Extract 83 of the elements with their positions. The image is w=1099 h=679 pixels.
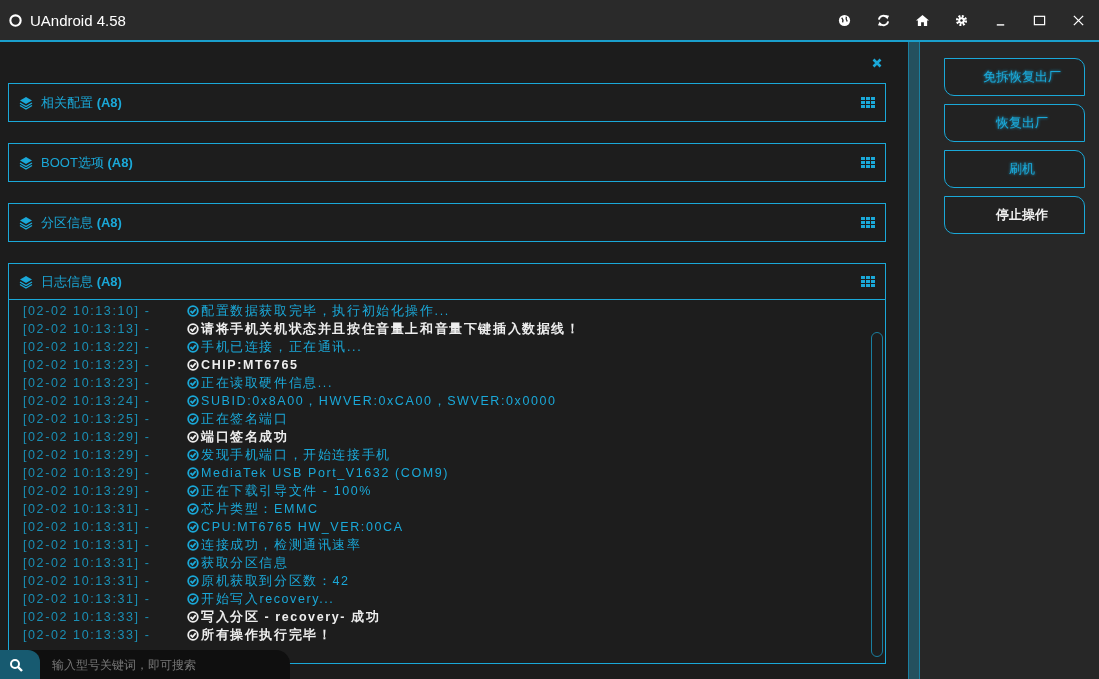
settings-icon[interactable] bbox=[955, 13, 968, 27]
search-field[interactable]: 输入型号关键词，即可搜索 bbox=[0, 650, 290, 679]
log-message: 获取分区信息 bbox=[201, 554, 289, 572]
check-circle-icon bbox=[187, 341, 199, 353]
section-title[interactable]: 相关配置 (A8) bbox=[41, 93, 853, 112]
action-button[interactable]: 刷机 bbox=[944, 150, 1085, 188]
log-timestamp: [02-02 10:13:29] - bbox=[23, 466, 152, 480]
log-message: 发现手机端口，开始连接手机 bbox=[201, 446, 391, 464]
grid-icon[interactable] bbox=[861, 217, 875, 228]
log-timestamp: [02-02 10:13:31] - bbox=[23, 592, 152, 606]
log-timestamp: [02-02 10:13:31] - bbox=[23, 502, 152, 516]
log-message: 请将手机关机状态并且按住音量上和音量下键插入数据线！ bbox=[201, 320, 581, 338]
check-circle-icon bbox=[187, 503, 199, 515]
close-icon[interactable] bbox=[872, 57, 882, 68]
grid-icon[interactable] bbox=[861, 157, 875, 168]
action-button[interactable]: 免拆恢复出厂 bbox=[944, 58, 1085, 96]
log-message: 开始写入recovery... bbox=[201, 590, 335, 608]
log-timestamp: [02-02 10:13:29] - bbox=[23, 430, 152, 444]
log-timestamp: [02-02 10:13:31] - bbox=[23, 520, 152, 534]
grid-icon[interactable] bbox=[861, 97, 875, 108]
check-circle-icon bbox=[187, 485, 199, 497]
search-icon bbox=[9, 657, 23, 672]
window-title: UAndroid 4.58 bbox=[30, 11, 126, 29]
log-message: 手机已连接，正在通讯... bbox=[201, 338, 363, 356]
log-timestamp: [02-02 10:13:33] - bbox=[23, 610, 152, 624]
section-title[interactable]: 日志信息 (A8) bbox=[41, 272, 853, 291]
home-icon[interactable] bbox=[916, 13, 929, 27]
log-timestamp: [02-02 10:13:23] - bbox=[23, 358, 152, 372]
log-timestamp: [02-02 10:13:29] - bbox=[23, 448, 152, 462]
search-field[interactable]: 输入型号关键词，即可搜索 bbox=[50, 656, 274, 673]
log-message: 正在下载引导文件 - 100% bbox=[201, 482, 373, 500]
check-circle-icon bbox=[187, 395, 199, 407]
layers-icon bbox=[19, 155, 33, 170]
log-message: SUBID:0x8A00，HWVER:0xCA00，SWVER:0x0000 bbox=[201, 392, 557, 410]
action-button[interactable]: 恢复出厂 bbox=[944, 104, 1085, 142]
log-message: 配置数据获取完毕，执行初始化操作... bbox=[201, 302, 450, 320]
log-message: MediaTek USB Port_V1632 (COM9) bbox=[201, 466, 450, 480]
layers-icon bbox=[19, 274, 33, 289]
log-message: 原机获取到分区数：42 bbox=[201, 572, 350, 590]
log-message: 写入分区 - recovery- 成功 bbox=[201, 608, 381, 626]
logo-ring-icon bbox=[8, 12, 23, 28]
log-timestamp: [02-02 10:13:22] - bbox=[23, 340, 152, 354]
check-circle-icon bbox=[187, 359, 199, 371]
log-timestamp: [02-02 10:13:10] - bbox=[23, 304, 152, 318]
check-circle-icon bbox=[187, 449, 199, 461]
check-circle-icon bbox=[187, 575, 199, 587]
action-button[interactable]: 停止操作 bbox=[944, 196, 1085, 234]
log-timestamp: [02-02 10:13:31] - bbox=[23, 574, 152, 588]
check-circle-icon bbox=[187, 611, 199, 623]
layers-icon bbox=[19, 215, 33, 230]
layers-icon bbox=[19, 95, 33, 110]
check-circle-icon bbox=[187, 377, 199, 389]
log-timestamp: [02-02 10:13:29] - bbox=[23, 484, 152, 498]
check-circle-icon bbox=[187, 323, 199, 335]
section-title[interactable]: 分区信息 (A8) bbox=[41, 213, 853, 232]
maximize-icon[interactable] bbox=[1033, 13, 1046, 27]
log-timestamp: [02-02 10:13:23] - bbox=[23, 376, 152, 390]
check-circle-icon bbox=[187, 629, 199, 641]
check-circle-icon bbox=[187, 521, 199, 533]
log-timestamp: [02-02 10:13:33] - bbox=[23, 628, 152, 642]
log-timestamp: [02-02 10:13:31] - bbox=[23, 556, 152, 570]
check-circle-icon bbox=[187, 413, 199, 425]
log-timestamp: [02-02 10:13:13] - bbox=[23, 322, 152, 336]
check-circle-icon bbox=[187, 539, 199, 551]
check-circle-icon bbox=[187, 557, 199, 569]
log-timestamp: [02-02 10:13:25] - bbox=[23, 412, 152, 426]
log-message: 连接成功，检测通讯速率 bbox=[201, 536, 362, 554]
check-circle-icon bbox=[187, 467, 199, 479]
section-title[interactable]: BOOT选项 (A8) bbox=[41, 153, 853, 172]
check-circle-icon bbox=[187, 431, 199, 443]
log-timestamp: [02-02 10:13:24] - bbox=[23, 394, 152, 408]
check-circle-icon bbox=[187, 593, 199, 605]
log-message: 正在签名端口 bbox=[201, 410, 289, 428]
log-message: CPU:MT6765 HW_VER:00CA bbox=[201, 520, 404, 534]
check-circle-icon bbox=[187, 305, 199, 317]
log-message: 所有操作执行完毕！ bbox=[201, 626, 333, 644]
log-message: CHIP:MT6765 bbox=[201, 358, 299, 372]
refresh-icon[interactable] bbox=[877, 13, 890, 27]
log-message: 芯片类型：EMMC bbox=[201, 500, 319, 518]
log-message: 端口签名成功 bbox=[201, 428, 289, 446]
grid-icon[interactable] bbox=[861, 276, 875, 287]
log-message: 正在读取硬件信息... bbox=[201, 374, 334, 392]
log-timestamp: [02-02 10:13:31] - bbox=[23, 538, 152, 552]
